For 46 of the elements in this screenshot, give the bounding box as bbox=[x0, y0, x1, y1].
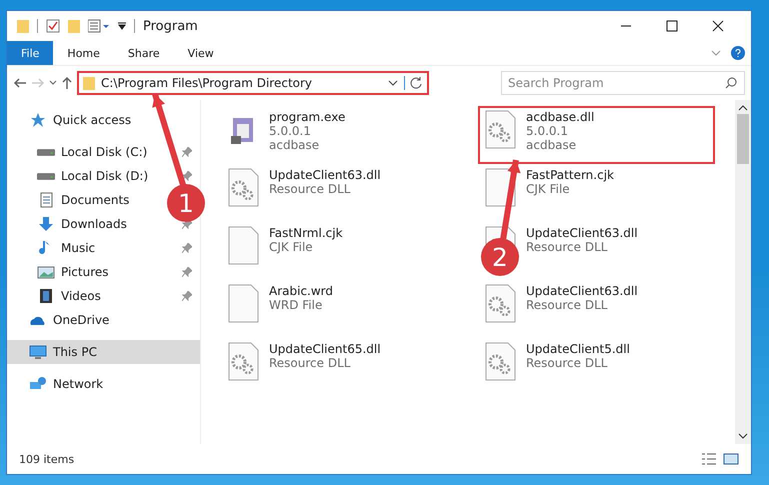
ribbon-tab[interactable]: View bbox=[174, 41, 228, 65]
highlighted-file-item[interactable]: acdbase.dll 5.0.0.1 acdbase bbox=[478, 106, 715, 164]
file-detail: Resource DLL bbox=[526, 356, 608, 370]
file-name[interactable]: FastNrml.cjk bbox=[269, 226, 343, 240]
item-count: 109 items bbox=[19, 452, 74, 466]
file-name[interactable]: acdbase.dll bbox=[526, 110, 594, 124]
nav-label[interactable]: Local Disk (D:) bbox=[61, 169, 148, 183]
file-detail: Resource DLL bbox=[526, 298, 608, 312]
file-name[interactable]: UpdateClient63.dll bbox=[526, 226, 638, 240]
file-name[interactable]: UpdateClient65.dll bbox=[269, 342, 381, 356]
file-name[interactable]: UpdateClient63.dll bbox=[269, 168, 381, 182]
file-name[interactable]: Arabic.wrd bbox=[269, 284, 334, 298]
nav-item-highlight[interactable]: This PC bbox=[7, 340, 200, 364]
file-name[interactable]: program.exe bbox=[269, 110, 346, 124]
file-detail: Resource DLL bbox=[269, 182, 352, 196]
file-detail: CJK File bbox=[269, 240, 314, 254]
nav-label[interactable]: Quick access bbox=[53, 113, 132, 127]
file-detail: 5.0.0.1 bbox=[269, 124, 312, 138]
nav-label[interactable]: Pictures bbox=[61, 265, 109, 279]
search-field[interactable]: Search Program bbox=[501, 71, 745, 95]
file-detail: acdbase bbox=[269, 138, 320, 152]
ribbon-tab[interactable]: Home bbox=[53, 41, 114, 65]
address-bar[interactable]: C:\Program Files\Program Directory bbox=[77, 71, 429, 95]
nav-label[interactable]: Music bbox=[61, 241, 96, 255]
file-detail: WRD File bbox=[269, 298, 324, 312]
file-name[interactable]: FastPattern.cjk bbox=[526, 168, 614, 182]
nav-label[interactable]: Downloads bbox=[61, 217, 127, 231]
nav-label[interactable]: This PC bbox=[53, 345, 97, 359]
file-detail: acdbase bbox=[526, 138, 578, 152]
nav-label[interactable]: OneDrive bbox=[53, 313, 110, 327]
file-tab[interactable]: File bbox=[7, 41, 54, 65]
file-name[interactable]: UpdateClient5.dll bbox=[526, 342, 630, 356]
file-detail: Resource DLL bbox=[269, 356, 352, 370]
nav-label[interactable]: Videos bbox=[61, 289, 101, 303]
file-name[interactable]: UpdateClient63.dll bbox=[526, 284, 638, 298]
window-title: Program bbox=[143, 18, 198, 34]
file-detail: Resource DLL bbox=[526, 240, 608, 254]
file-detail: CJK File bbox=[526, 182, 571, 196]
nav-label[interactable]: Local Disk (C:) bbox=[61, 145, 148, 159]
step-badge: 2 bbox=[481, 238, 519, 276]
step-badge: 1 bbox=[167, 184, 205, 222]
address-path: C:\Program Files\Program Directory bbox=[101, 76, 314, 90]
file-detail: 5.0.0.1 bbox=[526, 124, 569, 138]
nav-label[interactable]: Documents bbox=[61, 193, 130, 207]
nav-label[interactable]: Network bbox=[53, 377, 104, 391]
ribbon-tab[interactable]: Share bbox=[114, 41, 174, 65]
